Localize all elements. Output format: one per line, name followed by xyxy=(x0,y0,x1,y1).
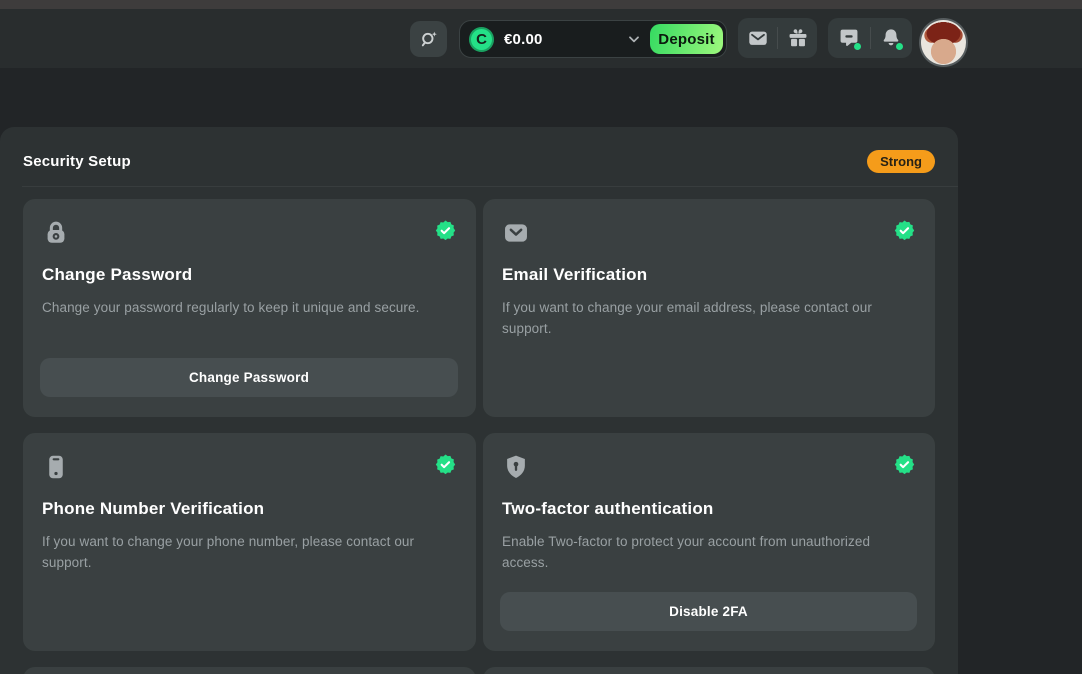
window-top-strip xyxy=(0,0,1082,9)
change-password-card: Change Password Change your password reg… xyxy=(23,199,476,417)
gift-icon xyxy=(787,27,809,49)
search-button[interactable] xyxy=(410,21,447,57)
card-description: If you want to change your phone number,… xyxy=(42,531,454,573)
change-password-button[interactable]: Change Password xyxy=(40,358,458,397)
card-title: Phone Number Verification xyxy=(42,499,264,519)
envelope-icon xyxy=(502,219,530,247)
next-row-card-right xyxy=(483,667,935,674)
verified-badge-icon xyxy=(434,219,457,242)
notifications-button[interactable] xyxy=(877,24,905,52)
security-setup-panel: Security Setup Strong Change Password Ch… xyxy=(0,127,958,674)
search-sparkle-icon xyxy=(419,29,439,49)
phone-icon xyxy=(42,453,70,481)
disable-2fa-button[interactable]: Disable 2FA xyxy=(500,592,917,631)
mail-icon xyxy=(747,27,769,49)
gift-button[interactable] xyxy=(784,24,812,52)
divider xyxy=(870,27,871,49)
card-title: Two-factor authentication xyxy=(502,499,714,519)
coin-icon: C xyxy=(469,27,494,52)
page-title: Security Setup xyxy=(23,153,131,170)
top-navbar: C €0.00 Deposit xyxy=(0,9,1082,68)
card-description: Enable Two-factor to protect your accoun… xyxy=(502,531,913,573)
card-head xyxy=(502,453,916,481)
wallet-balance-pill[interactable]: C €0.00 Deposit xyxy=(459,20,727,58)
card-title: Change Password xyxy=(42,265,192,285)
mail-gift-group xyxy=(738,18,817,58)
deposit-button[interactable]: Deposit xyxy=(650,24,723,54)
password-strength-badge: Strong xyxy=(867,150,935,173)
chevron-down-icon[interactable] xyxy=(626,31,642,47)
verified-badge-icon xyxy=(893,219,916,242)
balance-amount: €0.00 xyxy=(504,21,543,57)
two-factor-card: Two-factor authentication Enable Two-fac… xyxy=(483,433,935,651)
next-row-card-left xyxy=(23,667,476,674)
mail-button[interactable] xyxy=(744,24,772,52)
divider xyxy=(22,186,958,187)
card-title: Email Verification xyxy=(502,265,647,285)
card-head xyxy=(42,219,457,247)
chat-status-dot xyxy=(854,43,861,50)
verified-badge-icon xyxy=(434,453,457,476)
chat-notification-group xyxy=(828,18,912,58)
card-description: If you want to change your email address… xyxy=(502,297,913,339)
lock-icon xyxy=(42,219,70,247)
card-description: Change your password regularly to keep i… xyxy=(42,297,454,318)
divider xyxy=(777,27,778,49)
card-head xyxy=(502,219,916,247)
user-avatar[interactable] xyxy=(921,20,966,65)
shield-keyhole-icon xyxy=(502,453,530,481)
phone-verification-card: Phone Number Verification If you want to… xyxy=(23,433,476,651)
verified-badge-icon xyxy=(893,453,916,476)
chat-button[interactable] xyxy=(835,24,863,52)
email-verification-card: Email Verification If you want to change… xyxy=(483,199,935,417)
card-head xyxy=(42,453,457,481)
